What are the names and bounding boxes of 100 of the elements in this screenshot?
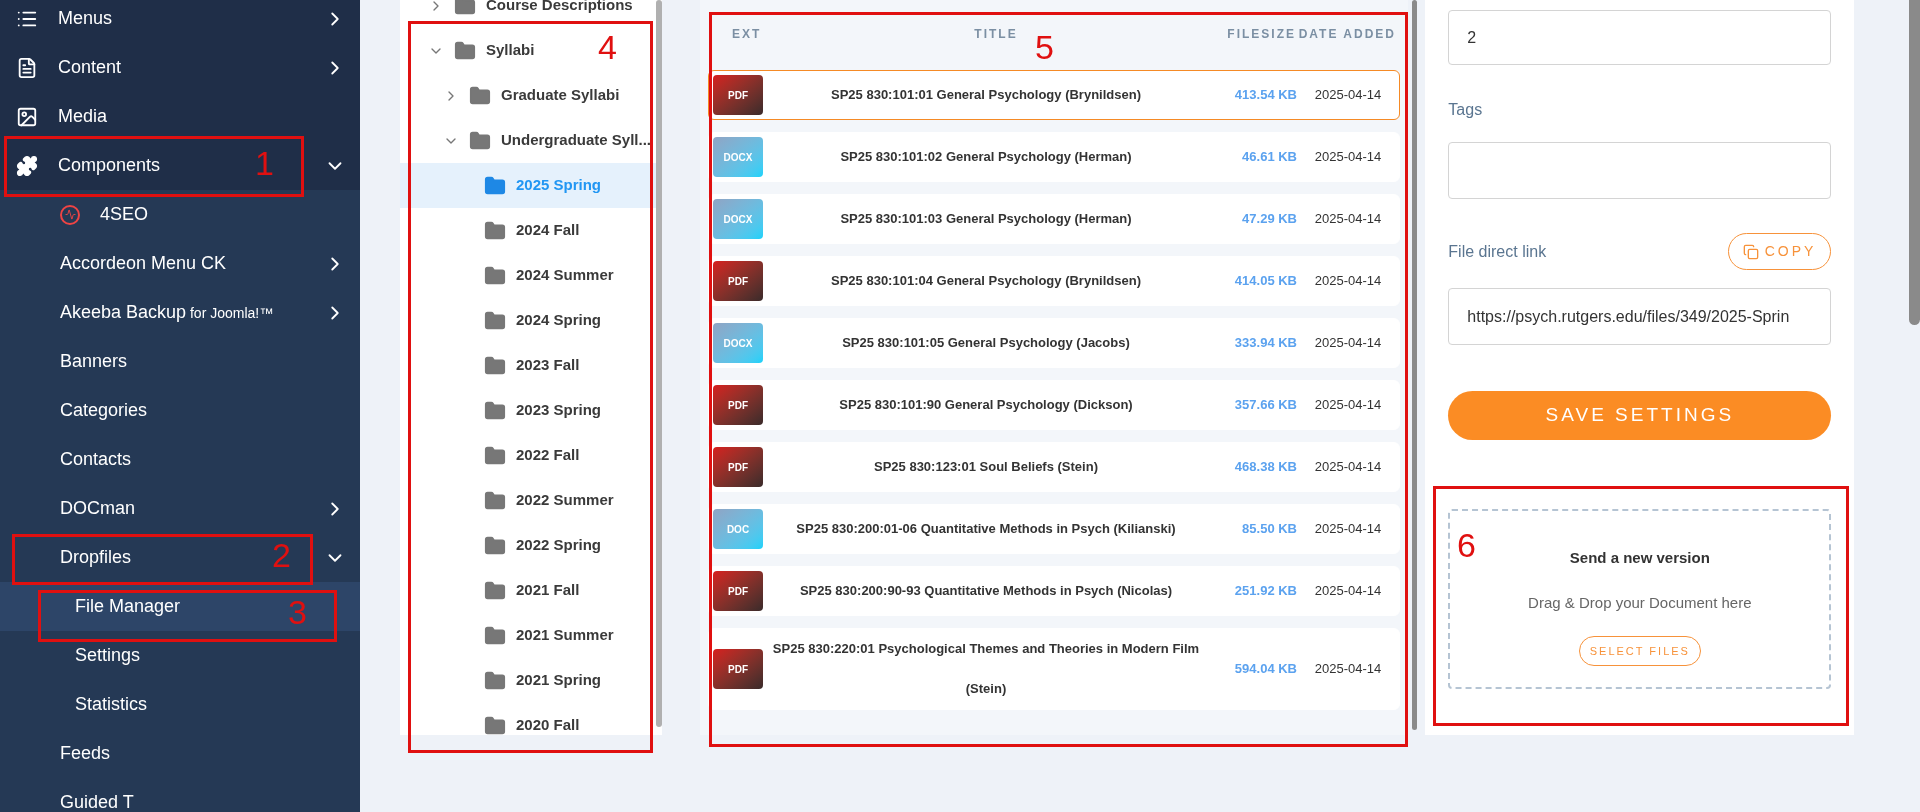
file-row[interactable]: DOC SP25 830:200:01-06 Quantitative Methods in Psych (Kilianski) 85.50 KB 2025-04-14 [708,504,1400,554]
sidebar-item[interactable]: Dropfiles [60,544,132,571]
file-size: 414.05 KB [1233,272,1297,291]
date-added: 2025-04-14 [1313,334,1383,353]
callout-number: 4 [598,30,617,64]
folder-icon [469,129,491,152]
sidebar-item[interactable]: Settings [75,642,141,669]
folder-label: Course Descriptions [486,0,633,16]
folder-icon [484,354,506,377]
folder-icon [454,0,476,17]
input-field[interactable]: 2 [1448,10,1832,65]
file-title: SP25 830:123:01 Soul Beliefs (Stein) [873,458,1099,476]
folder-icon [484,264,506,287]
copy-icon [1742,243,1759,260]
folder-label: Syllabi [486,40,535,61]
folder-label: Undergraduate Syll... [501,130,652,151]
folder-label: 2022 Summer [516,490,614,511]
sidebar-item[interactable]: Media [58,103,108,130]
file-size: 47.29 KB [1241,210,1297,229]
file-type-badge: PDF [713,261,763,301]
date-added: 2025-04-14 [1313,520,1383,539]
puzzle-icon [16,154,38,177]
sidebar-item[interactable]: Banners [60,348,128,375]
file-type-badge: PDF [713,447,763,487]
file-title: SP25 830:101:02 General Psychology (Herman) [839,148,1133,166]
folder-icon [484,444,506,467]
file-row[interactable]: DOCX SP25 830:101:05 General Psychology (Jacobs) 333.94 KB 2025-04-14 [708,318,1400,368]
document-icon [16,56,38,79]
file-row[interactable]: PDF SP25 830:101:90 General Psychology (Dickson) 357.66 KB 2025-04-14 [708,380,1400,430]
file-row[interactable]: PDF SP25 830:123:01 Soul Beliefs (Stein) 468.38 KB 2025-04-14 [708,442,1400,492]
file-size: 333.94 KB [1233,334,1297,353]
date-added: 2025-04-14 [1313,272,1383,291]
folder-icon [484,714,506,735]
sidebar-item[interactable]: Accordeon Menu CK [60,250,227,277]
folder-label: 2021 Spring [516,670,602,691]
sidebar-item[interactable]: 4SEO [100,201,149,228]
folder-icon [484,309,506,332]
folder-label: 2023 Spring [516,400,602,421]
callout-number: 1 [255,146,274,180]
folder-icon [484,534,506,557]
file-type-badge: PDF [713,385,763,425]
file-type-badge: DOCX [713,137,763,177]
sidebar-item[interactable]: DOCman [60,495,135,522]
folder-label: 2022 Spring [516,535,602,556]
file-title: SP25 830:220:01 Psychological Themes and Theories in Modern Film (Stein) [771,640,1201,698]
image-icon [16,105,38,128]
file-row[interactable]: PDF SP25 830:101:01 General Psychology (Brynildsen) 413.54 KB 2025-04-14 [708,70,1400,120]
folder-label: 2024 Spring [516,310,602,331]
file-title: SP25 830:101:90 General Psychology (Dickson) [838,396,1134,414]
folder-icon [484,489,506,512]
folder-label: 2024 Summer [516,265,614,286]
folder-icon [484,399,506,422]
file-row[interactable]: PDF SP25 830:220:01 Psychological Themes and Theories in Modern Film (Stein) 594.04 KB 2025-04-14 [708,628,1400,710]
file-title: SP25 830:200:90-93 Quantitative Methods in Psych (Nicolas) [798,582,1174,600]
sidebar-item[interactable]: Feeds [60,740,111,767]
scrollbar[interactable] [1909,0,1920,325]
file-row[interactable]: DOCX SP25 830:101:02 General Psychology (Herman) 46.61 KB 2025-04-14 [708,132,1400,182]
date-added: 2025-04-14 [1313,458,1383,477]
scrollbar[interactable] [656,0,662,727]
sidebar-item[interactable]: Menus [58,5,113,32]
file-size: 413.54 KB [1233,86,1297,105]
date-added: 2025-04-14 [1313,582,1383,601]
sidebar-item[interactable]: Contacts [60,446,132,473]
file-row[interactable]: PDF SP25 830:101:04 General Psychology (Brynildsen) 414.05 KB 2025-04-14 [708,256,1400,306]
file-title: SP25 830:101:01 General Psychology (Brynildsen) [830,86,1142,104]
file-title: SP25 830:200:01-06 Quantitative Methods in Psych (Kilianski) [795,520,1177,538]
callout-number: 5 [1035,30,1054,64]
folder-label: 2022 Fall [516,445,580,466]
folder-icon [484,579,506,602]
tags-input-field[interactable] [1448,142,1832,199]
file-type-badge: DOCX [713,199,763,239]
file-type-badge: PDF [713,75,763,115]
scrollbar[interactable] [1412,0,1418,730]
callout-number: 2 [272,538,291,572]
link-input-field[interactable]: https://psych.rutgers.edu/files/349/2025-Sprin [1448,288,1832,345]
pulse-icon [60,204,80,225]
sidebar-item[interactable]: Akeeba Backup for Joomla!™ [60,299,274,326]
date-added: 2025-04-14 [1313,660,1383,679]
file-size: 46.61 KB [1241,148,1297,167]
date-added: 2025-04-14 [1313,86,1383,105]
sidebar-item[interactable]: Guided T [60,789,134,812]
file-title: SP25 830:101:05 General Psychology (Jacobs) [841,334,1131,352]
sidebar-item[interactable]: Components [58,152,161,179]
file-size: 85.50 KB [1241,520,1297,539]
date-added: 2025-04-14 [1313,148,1383,167]
file-title: SP25 830:101:03 General Psychology (Herman) [839,210,1133,228]
callout-number: 3 [288,595,307,629]
field-label: File direct link [1448,241,1547,262]
folder-label: 2021 Fall [516,580,580,601]
date-added: 2025-04-14 [1313,396,1383,415]
folder-label: 2024 Fall [516,220,580,241]
sidebar-item[interactable]: Statistics [75,691,148,718]
file-row[interactable]: DOCX SP25 830:101:03 General Psychology (Herman) 47.29 KB 2025-04-14 [708,194,1400,244]
file-type-badge: PDF [713,649,763,689]
file-row[interactable]: PDF SP25 830:200:90-93 Quantitative Methods in Psych (Nicolas) 251.92 KB 2025-04-14 [708,566,1400,616]
folder-icon [484,669,506,692]
sidebar-item[interactable]: Categories [60,397,148,424]
folder-label: 2021 Summer [516,625,614,646]
file-size: 251.92 KB [1233,582,1297,601]
sidebar-item[interactable]: Content [58,54,122,81]
